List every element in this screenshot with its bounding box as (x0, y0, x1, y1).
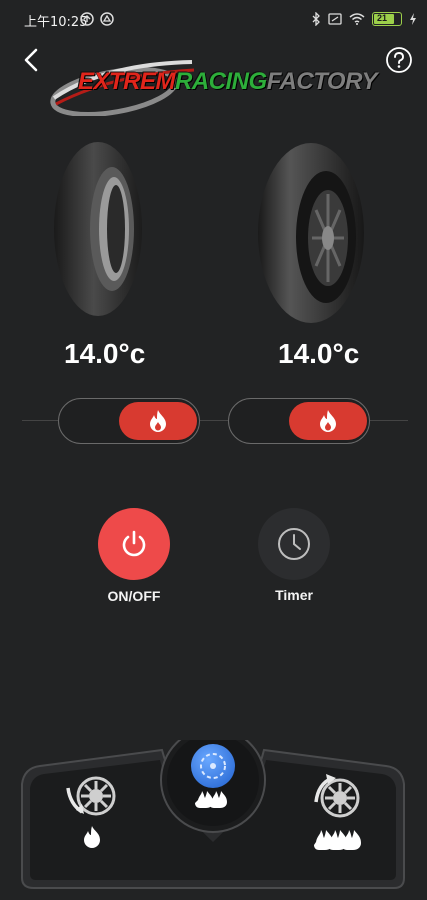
divider-line (22, 420, 58, 421)
app-notification-icon (100, 12, 114, 26)
rear-tire-temperature: 14.0°c (278, 338, 360, 369)
timer-button[interactable] (258, 508, 330, 580)
divider-line (370, 420, 408, 421)
power-button-label: ON/OFF (107, 588, 161, 604)
help-icon[interactable] (385, 46, 413, 74)
mode-high-heat[interactable] (306, 770, 370, 860)
power-button[interactable] (98, 508, 170, 580)
power-icon (122, 530, 146, 557)
mode-wheel-heat[interactable] (180, 742, 246, 818)
brand-logo: EXTREMRACINGFACTORY (44, 52, 384, 116)
flame-icon (320, 410, 336, 432)
front-tire-image (54, 142, 142, 316)
rear-heat-toggle-knob[interactable] (289, 402, 367, 440)
front-tire-temperature: 14.0°c (64, 338, 146, 369)
divider-line (200, 420, 228, 421)
rear-heat-toggle[interactable] (228, 398, 370, 444)
rear-tire-image (258, 143, 364, 323)
wheel-heat-icon (191, 744, 235, 808)
logo-wordmark: EXTREMRACINGFACTORY (78, 68, 378, 95)
back-arrow-icon[interactable] (18, 46, 46, 74)
status-right-group: 21 (311, 11, 417, 27)
battery-level: 21 (377, 13, 388, 23)
front-heat-toggle[interactable] (58, 398, 200, 444)
flame-icon (150, 410, 166, 432)
wheel-down-icon (66, 776, 116, 848)
sync-icon (80, 12, 94, 26)
charging-icon (410, 13, 416, 25)
sim-card-icon (328, 13, 342, 25)
wheel-up-icon (314, 774, 361, 850)
mode-low-heat[interactable] (60, 770, 124, 860)
status-bar: 上午10:25 21 (0, 0, 427, 40)
battery-icon: 21 (372, 12, 402, 26)
timer-button-label: Timer (275, 587, 313, 603)
front-heat-toggle-knob[interactable] (119, 402, 197, 440)
bluetooth-icon (312, 12, 320, 26)
clock-icon (278, 528, 310, 560)
status-time: 上午10:25 (24, 15, 88, 30)
wifi-icon (349, 13, 365, 25)
